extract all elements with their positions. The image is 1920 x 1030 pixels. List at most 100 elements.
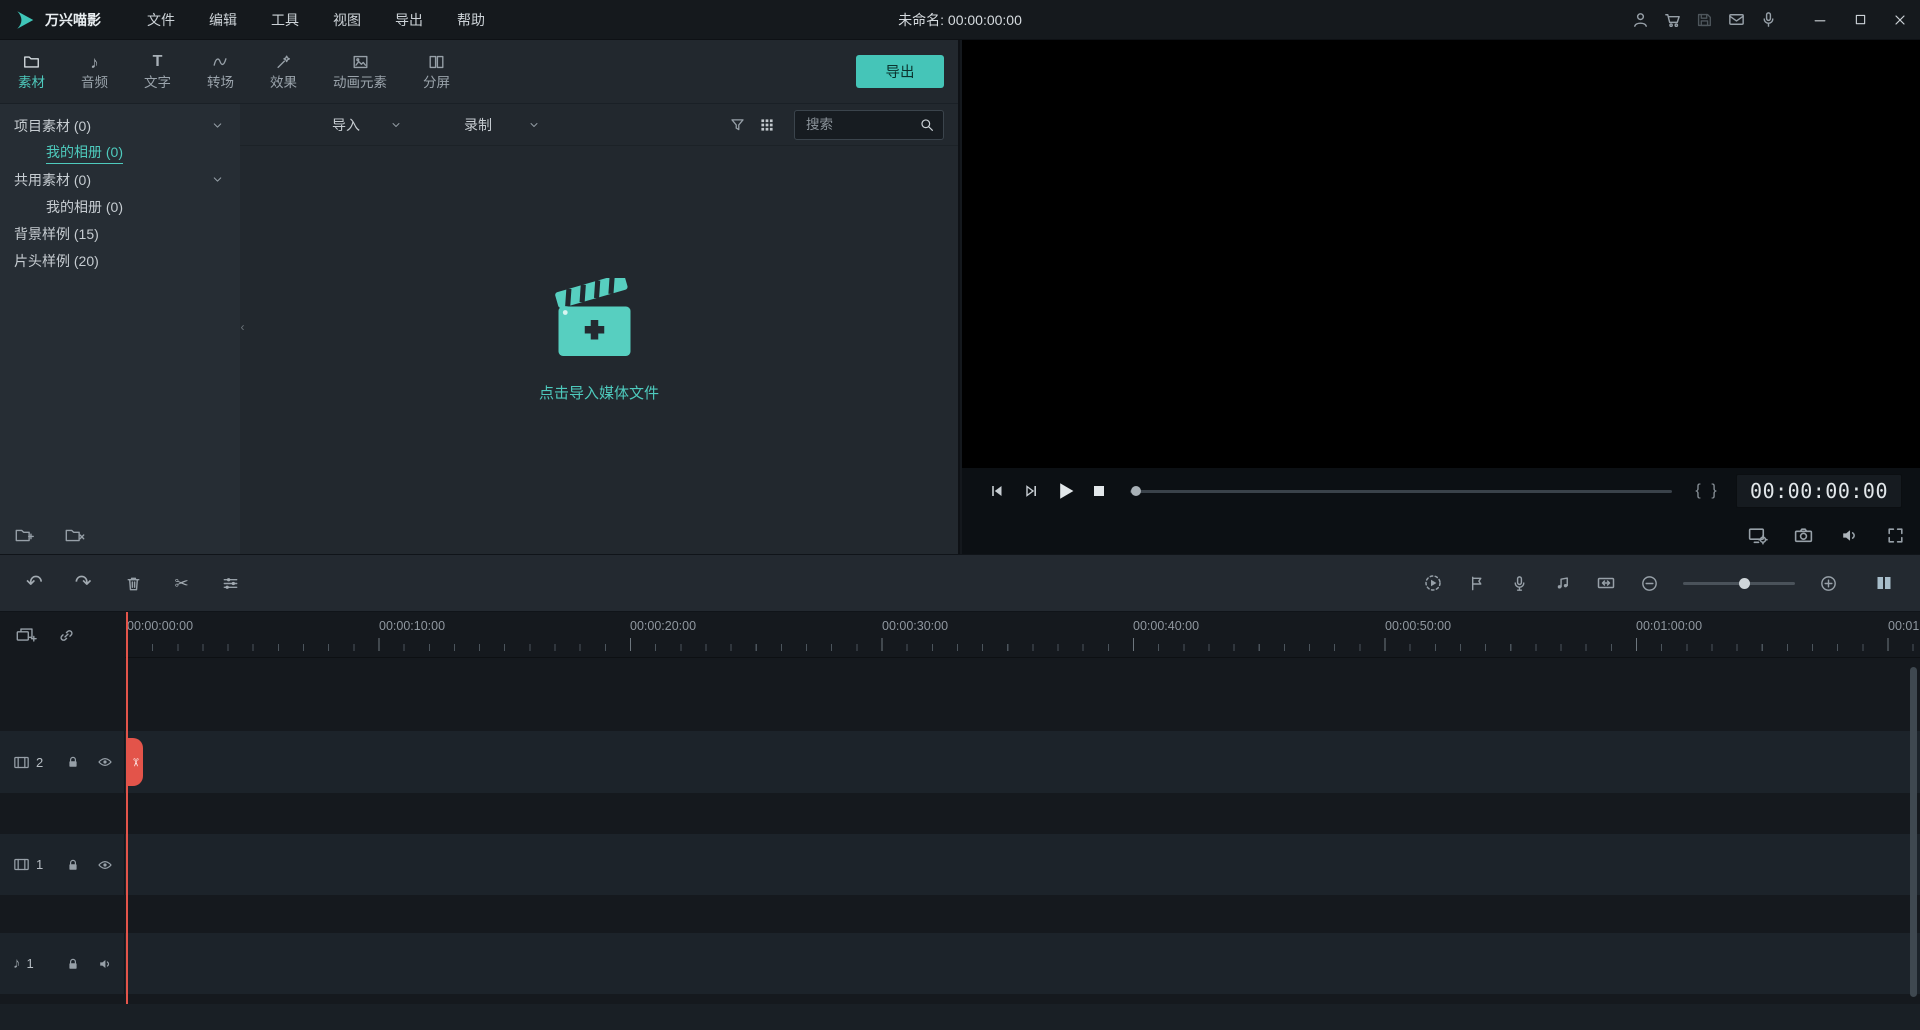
- menu-tools[interactable]: 工具: [271, 10, 299, 30]
- account-icon[interactable]: [1624, 0, 1656, 40]
- mail-icon[interactable]: [1720, 0, 1752, 40]
- sidebar-item-my-album-project[interactable]: 我的相册 (0): [0, 139, 240, 166]
- seek-bar[interactable]: [1130, 485, 1673, 496]
- grid-view-icon[interactable]: [752, 110, 782, 140]
- lock-icon[interactable]: [65, 754, 81, 770]
- empty-media-state[interactable]: 点击导入媒体文件: [240, 136, 958, 544]
- link-icon[interactable]: [57, 626, 76, 645]
- fullscreen-icon[interactable]: [1885, 525, 1906, 546]
- menu-help[interactable]: 帮助: [457, 10, 485, 30]
- mute-icon[interactable]: [96, 956, 114, 972]
- tab-elements[interactable]: 动画元素: [315, 40, 405, 103]
- delete-icon[interactable]: [124, 574, 143, 593]
- track-type-video: 2: [13, 755, 65, 770]
- timeline-toolbar: ↶ ↷ ✂: [0, 554, 1920, 612]
- track-number: 1: [26, 956, 34, 971]
- tab-transitions[interactable]: 转场: [189, 40, 252, 103]
- marker-flag-icon[interactable]: [1467, 574, 1486, 593]
- menu-view[interactable]: 视图: [333, 10, 361, 30]
- track-header-video-1: 1: [0, 834, 125, 895]
- zoom-out-icon[interactable]: [1640, 574, 1659, 593]
- delete-folder-icon[interactable]: [64, 526, 86, 545]
- snapshot-camera-icon[interactable]: [1793, 525, 1814, 546]
- ruler-label: 00:00:00:00: [127, 619, 194, 633]
- sidebar-item-background-samples[interactable]: 背景样例 (15): [0, 220, 240, 247]
- audio-mixer-icon[interactable]: [1553, 574, 1572, 593]
- playback-controls: { } 00:00:00:00: [962, 468, 1920, 514]
- menu-file[interactable]: 文件: [147, 10, 175, 30]
- sidebar-item-intro-samples[interactable]: 片头样例 (20): [0, 247, 240, 274]
- tab-effects[interactable]: 效果: [252, 40, 315, 103]
- playhead-handle[interactable]: ✂: [126, 738, 143, 786]
- chevron-down-icon[interactable]: [211, 119, 224, 132]
- vertical-scrollbar[interactable]: [1910, 667, 1917, 997]
- horizontal-scrollbar[interactable]: [0, 1004, 1920, 1030]
- timeline-zoom-slider[interactable]: [1683, 577, 1795, 589]
- zoom-slider-handle[interactable]: [1739, 577, 1750, 589]
- timeline-ruler[interactable]: 00:00:00:00 00:00:10:00 00:00:20:00 00:0…: [125, 612, 1920, 658]
- eye-icon[interactable]: [96, 754, 114, 770]
- save-icon[interactable]: [1688, 0, 1720, 40]
- voiceover-icon[interactable]: [1752, 0, 1784, 40]
- cart-icon[interactable]: [1656, 0, 1688, 40]
- track-video-2[interactable]: 2: [0, 731, 1920, 793]
- ruler-label: 00:01:00:00: [1636, 619, 1703, 633]
- import-dropdown[interactable]: 导入: [332, 115, 402, 135]
- record-dropdown[interactable]: 录制: [464, 115, 540, 135]
- sidebar-collapse-handle[interactable]: ‹: [238, 312, 247, 342]
- filter-icon[interactable]: [722, 110, 752, 140]
- add-folder-icon[interactable]: [14, 526, 36, 545]
- next-frame-button[interactable]: [1014, 474, 1048, 508]
- eye-icon[interactable]: [96, 857, 114, 873]
- search-input[interactable]: [797, 117, 919, 132]
- playhead-line[interactable]: [126, 612, 128, 1004]
- tab-audio[interactable]: ♪ 音频: [63, 40, 126, 103]
- tab-splitscreen[interactable]: 分屏: [405, 40, 468, 103]
- empty-state-label[interactable]: 点击导入媒体文件: [539, 382, 659, 403]
- stop-button[interactable]: [1082, 474, 1116, 508]
- search-icon[interactable]: [919, 117, 935, 133]
- timeline-corner-tools: [0, 612, 125, 658]
- adjust-icon[interactable]: [221, 574, 240, 593]
- tab-text[interactable]: T 文字: [126, 40, 189, 103]
- sidebar-item-shared-media[interactable]: 共用素材 (0): [0, 166, 240, 193]
- maximize-button[interactable]: [1840, 0, 1880, 40]
- manage-tracks-icon[interactable]: [15, 625, 37, 645]
- dual-pane-view-icon[interactable]: [1874, 573, 1894, 593]
- lock-icon[interactable]: [65, 956, 81, 972]
- split-scissors-icon[interactable]: ✂: [175, 575, 189, 592]
- chevron-down-icon: [390, 119, 402, 131]
- track-number: 1: [36, 857, 44, 872]
- previous-frame-button[interactable]: [980, 474, 1014, 508]
- menu-export[interactable]: 导出: [395, 10, 423, 30]
- sidebar-item-my-album-shared[interactable]: 我的相册 (0): [0, 193, 240, 220]
- minimize-button[interactable]: [1800, 0, 1840, 40]
- fit-timeline-icon[interactable]: [1596, 573, 1616, 593]
- menu-edit[interactable]: 编辑: [209, 10, 237, 30]
- mark-out-icon[interactable]: }: [1706, 482, 1722, 500]
- volume-icon[interactable]: [1839, 525, 1860, 546]
- display-settings-icon[interactable]: [1747, 525, 1768, 546]
- edit-tools-group: ↶ ↷ ✂: [26, 573, 240, 593]
- track-audio-1[interactable]: ♪ 1: [0, 933, 1920, 994]
- export-button[interactable]: 导出: [856, 55, 944, 88]
- chevron-down-icon[interactable]: [211, 173, 224, 186]
- media-panel-body: 项目素材 (0) 我的相册 (0) 共用素材 (0) 我的相册 (0) 背景样例…: [0, 104, 958, 554]
- mark-in-icon[interactable]: {: [1690, 482, 1706, 500]
- app-name: 万兴喵影: [45, 11, 101, 28]
- sidebar-item-project-media[interactable]: 项目素材 (0): [0, 112, 240, 139]
- track-video-1[interactable]: 1: [0, 834, 1920, 895]
- ruler-label: 00:00:20:00: [630, 619, 697, 633]
- record-voiceover-icon[interactable]: [1510, 574, 1529, 593]
- zoom-in-icon[interactable]: [1819, 574, 1838, 593]
- tab-media[interactable]: 素材: [0, 40, 63, 103]
- track-header-video-2: 2: [0, 731, 125, 793]
- preview-panel: { } 00:00:00:00: [962, 40, 1920, 554]
- redo-icon[interactable]: ↷: [75, 573, 92, 593]
- close-button[interactable]: [1880, 0, 1920, 40]
- lock-icon[interactable]: [65, 857, 81, 873]
- play-button[interactable]: [1048, 474, 1082, 508]
- undo-icon[interactable]: ↶: [26, 573, 43, 593]
- render-preview-icon[interactable]: [1423, 573, 1443, 593]
- seek-handle[interactable]: [1131, 485, 1141, 496]
